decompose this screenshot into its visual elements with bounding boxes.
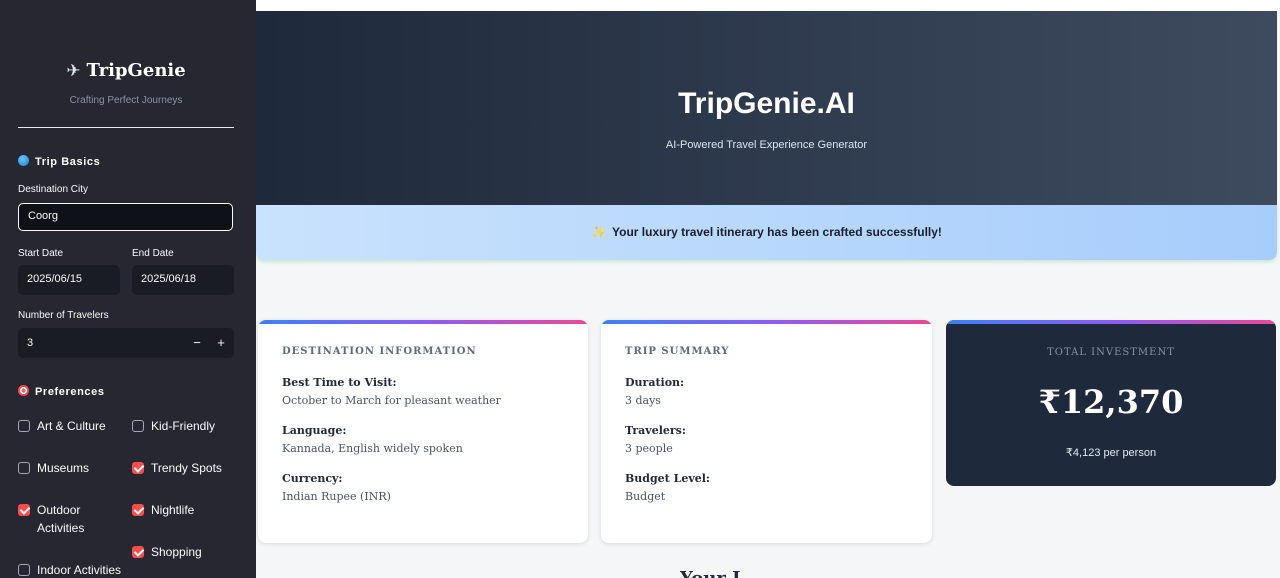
hero-header: TripGenie.AI AI-Powered Travel Experienc… bbox=[256, 11, 1277, 205]
summary-label: Duration: bbox=[625, 376, 685, 389]
checkbox-box[interactable] bbox=[18, 462, 30, 474]
next-section-heading: Your I bbox=[680, 570, 760, 578]
summary-label: Budget Level: bbox=[625, 472, 710, 485]
hero-title: TripGenie.AI bbox=[678, 87, 855, 120]
preferences-label: Preferences bbox=[35, 386, 105, 398]
summary-value: 3 days bbox=[625, 394, 661, 407]
destination-label: Destination City bbox=[18, 184, 89, 195]
pref-checkbox[interactable]: Trendy Spots bbox=[132, 459, 242, 477]
checkbox-box[interactable] bbox=[18, 420, 30, 432]
checkbox-box[interactable] bbox=[132, 546, 144, 558]
summary-value: 3 people bbox=[625, 442, 673, 455]
trip-basics-heading: Trip Basics bbox=[18, 155, 100, 168]
pref-label: Shopping bbox=[151, 545, 202, 559]
investment-title: TOTAL INVESTMENT bbox=[1047, 347, 1175, 358]
start-date-label: Start Date bbox=[18, 248, 64, 259]
info-value: Kannada, English widely spoken bbox=[282, 442, 463, 455]
next-section-heading-text: Your I bbox=[680, 570, 760, 578]
checkbox-box[interactable] bbox=[132, 462, 144, 474]
investment-per-person: ₹4,123 per person bbox=[1065, 447, 1157, 459]
pref-label: Art & Culture bbox=[37, 419, 106, 433]
globe-icon bbox=[18, 155, 29, 166]
pref-checkbox[interactable]: Indoor Activities bbox=[18, 561, 132, 578]
pref-checkbox[interactable]: Art & Culture bbox=[18, 417, 128, 435]
sidebar-divider bbox=[18, 127, 234, 128]
info-value: Indian Rupee (INR) bbox=[282, 490, 391, 503]
total-investment-card: TOTAL INVESTMENT ₹12,370 ₹4,123 per pers… bbox=[946, 320, 1276, 486]
info-value: October to March for pleasant weather bbox=[282, 394, 501, 407]
pref-checkbox[interactable]: Outdoor Activities bbox=[18, 501, 100, 537]
destination-card: DESTINATION INFORMATION Best Time to Vis… bbox=[258, 320, 588, 543]
info-label: Currency: bbox=[282, 472, 343, 485]
pref-label: Trendy Spots bbox=[151, 461, 222, 475]
success-message: ✨ Your luxury travel itinerary has been c… bbox=[256, 225, 1277, 239]
summary-label: Travelers: bbox=[625, 424, 686, 437]
destination-input[interactable]: Coorg bbox=[18, 203, 233, 231]
checkbox-box[interactable] bbox=[132, 504, 144, 516]
success-text: Your luxury travel itinerary has been cr… bbox=[612, 225, 942, 239]
trip-basics-label: Trip Basics bbox=[35, 156, 101, 168]
travelers-value[interactable]: 3 bbox=[27, 337, 33, 349]
pref-checkbox[interactable]: Nightlife bbox=[132, 501, 242, 519]
card-title: TRIP SUMMARY bbox=[625, 346, 730, 357]
summary-value: Budget bbox=[625, 490, 666, 503]
decrement-button[interactable]: − bbox=[189, 334, 205, 352]
pref-label: Museums bbox=[37, 461, 90, 475]
increment-button[interactable]: + bbox=[213, 334, 229, 352]
preferences-heading: Preferences bbox=[18, 385, 105, 398]
main-content: TripGenie.AI AI-Powered Travel Experienc… bbox=[256, 0, 1280, 578]
pref-label: Kid-Friendly bbox=[151, 419, 216, 433]
info-label: Language: bbox=[282, 424, 347, 437]
pref-label: Nightlife bbox=[151, 503, 195, 517]
end-date-label: End Date bbox=[132, 248, 174, 259]
pref-label: Indoor Activities bbox=[37, 563, 122, 577]
success-banner: ✨ Your luxury travel itinerary has been c… bbox=[256, 205, 1277, 260]
info-label: Best Time to Visit: bbox=[282, 376, 397, 389]
travelers-label: Number of Travelers bbox=[18, 310, 109, 321]
card-title: DESTINATION INFORMATION bbox=[282, 346, 477, 357]
airplane-icon: ✈ bbox=[66, 61, 81, 81]
brand-tagline: Crafting Perfect Journeys bbox=[69, 95, 183, 106]
brand-title: ✈ TripGenie bbox=[0, 60, 252, 81]
target-icon bbox=[18, 385, 29, 396]
end-date-input[interactable]: 2025/06/18 bbox=[132, 265, 234, 295]
pref-checkbox[interactable]: Kid-Friendly bbox=[132, 417, 242, 435]
pref-label: Outdoor Activities bbox=[37, 503, 85, 535]
checkbox-box[interactable] bbox=[132, 420, 144, 432]
top-bar bbox=[256, 0, 1280, 11]
checkbox-box[interactable] bbox=[18, 564, 30, 576]
sparkles-icon: ✨ bbox=[591, 225, 607, 239]
travelers-stepper: 3 − + bbox=[18, 328, 234, 358]
pref-checkbox[interactable]: Museums bbox=[18, 459, 128, 477]
pref-checkbox[interactable]: Shopping bbox=[132, 543, 242, 561]
trip-summary-card: TRIP SUMMARY Duration: 3 days Travelers:… bbox=[601, 320, 932, 543]
checkbox-box[interactable] bbox=[18, 504, 30, 516]
brand-name: TripGenie bbox=[86, 60, 186, 81]
start-date-input[interactable]: 2025/06/15 bbox=[18, 265, 120, 295]
hero-subtitle: AI-Powered Travel Experience Generator bbox=[665, 139, 868, 151]
investment-amount: ₹12,370 bbox=[1038, 383, 1184, 421]
sidebar: ✈ TripGenie Crafting Perfect Journeys Tri… bbox=[0, 0, 256, 578]
